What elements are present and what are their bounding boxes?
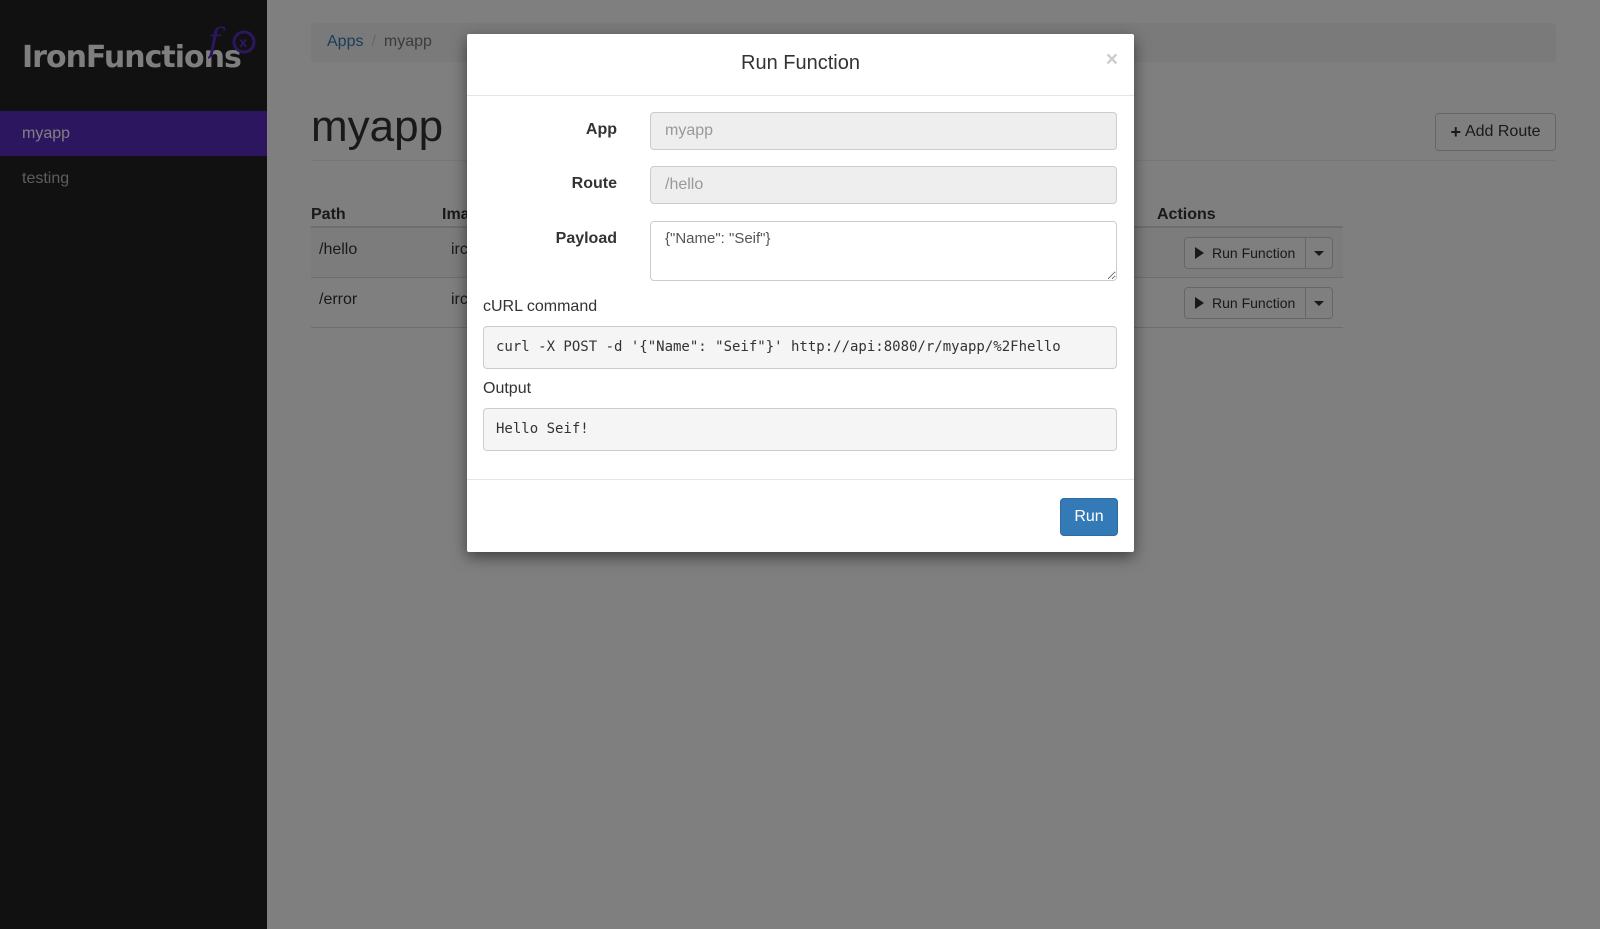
modal-title: Run Function [741,52,860,74]
app-label: App [585,121,617,138]
route-label: Route [571,175,617,192]
route-field [650,166,1117,204]
close-icon[interactable]: × [1106,48,1118,72]
run-function-modal: Run Function × App Route Payload {"Name"… [467,34,1134,552]
payload-textarea[interactable]: {"Name": "Seif"} [650,221,1117,281]
output-label: Output [483,380,532,397]
payload-label: Payload [555,230,617,247]
modal-header: Run Function × [467,34,1134,96]
curl-command-label: cURL command [483,298,598,315]
modal-footer: Run [467,479,1134,552]
run-button[interactable]: Run [1060,498,1118,536]
output-box: Hello Seif! [483,408,1117,451]
curl-command-box: curl -X POST -d '{"Name": "Seif"}' http:… [483,326,1117,369]
app-field [650,112,1117,150]
